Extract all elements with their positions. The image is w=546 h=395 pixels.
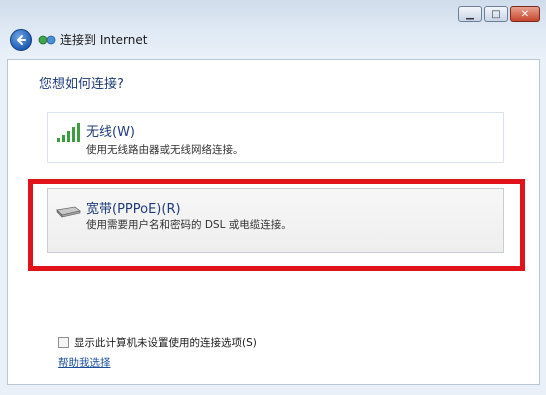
network-globe-icon <box>38 35 56 45</box>
highlight-box <box>28 179 525 271</box>
wireless-option-description: 使用无线路由器或无线网络连接。 <box>86 144 244 156</box>
wireless-option-title: 无线(W) <box>86 125 135 140</box>
show-options-row[interactable]: 显示此计算机未设置使用的连接选项(S) <box>58 335 257 350</box>
back-button[interactable] <box>10 29 32 51</box>
content-panel: 您想如何连接? 无线(W) 使用无线路由器或无线网络连接。 宽带(PPPoE)(… <box>7 59 540 385</box>
window-controls: ▁ □ ✕ <box>458 6 540 22</box>
show-options-label: 显示此计算机未设置使用的连接选项(S) <box>74 337 257 349</box>
maximize-button[interactable]: □ <box>484 6 508 22</box>
minimize-button[interactable]: ▁ <box>458 6 482 22</box>
page-heading: 您想如何连接? <box>39 77 124 92</box>
show-options-checkbox[interactable] <box>58 337 69 348</box>
close-button[interactable]: ✕ <box>510 6 540 22</box>
help-me-choose-link[interactable]: 帮助我选择 <box>58 355 111 370</box>
window-frame: ▁ □ ✕ 连接到 Internet 您想如何连接? 无线(W) 使用无线路由器… <box>0 0 546 395</box>
bottom-bar <box>0 385 546 395</box>
window-title: 连接到 Internet <box>60 33 148 47</box>
wireless-signal-icon <box>57 123 80 142</box>
wireless-option[interactable]: 无线(W) 使用无线路由器或无线网络连接。 <box>47 112 504 163</box>
back-arrow-icon <box>17 35 26 45</box>
